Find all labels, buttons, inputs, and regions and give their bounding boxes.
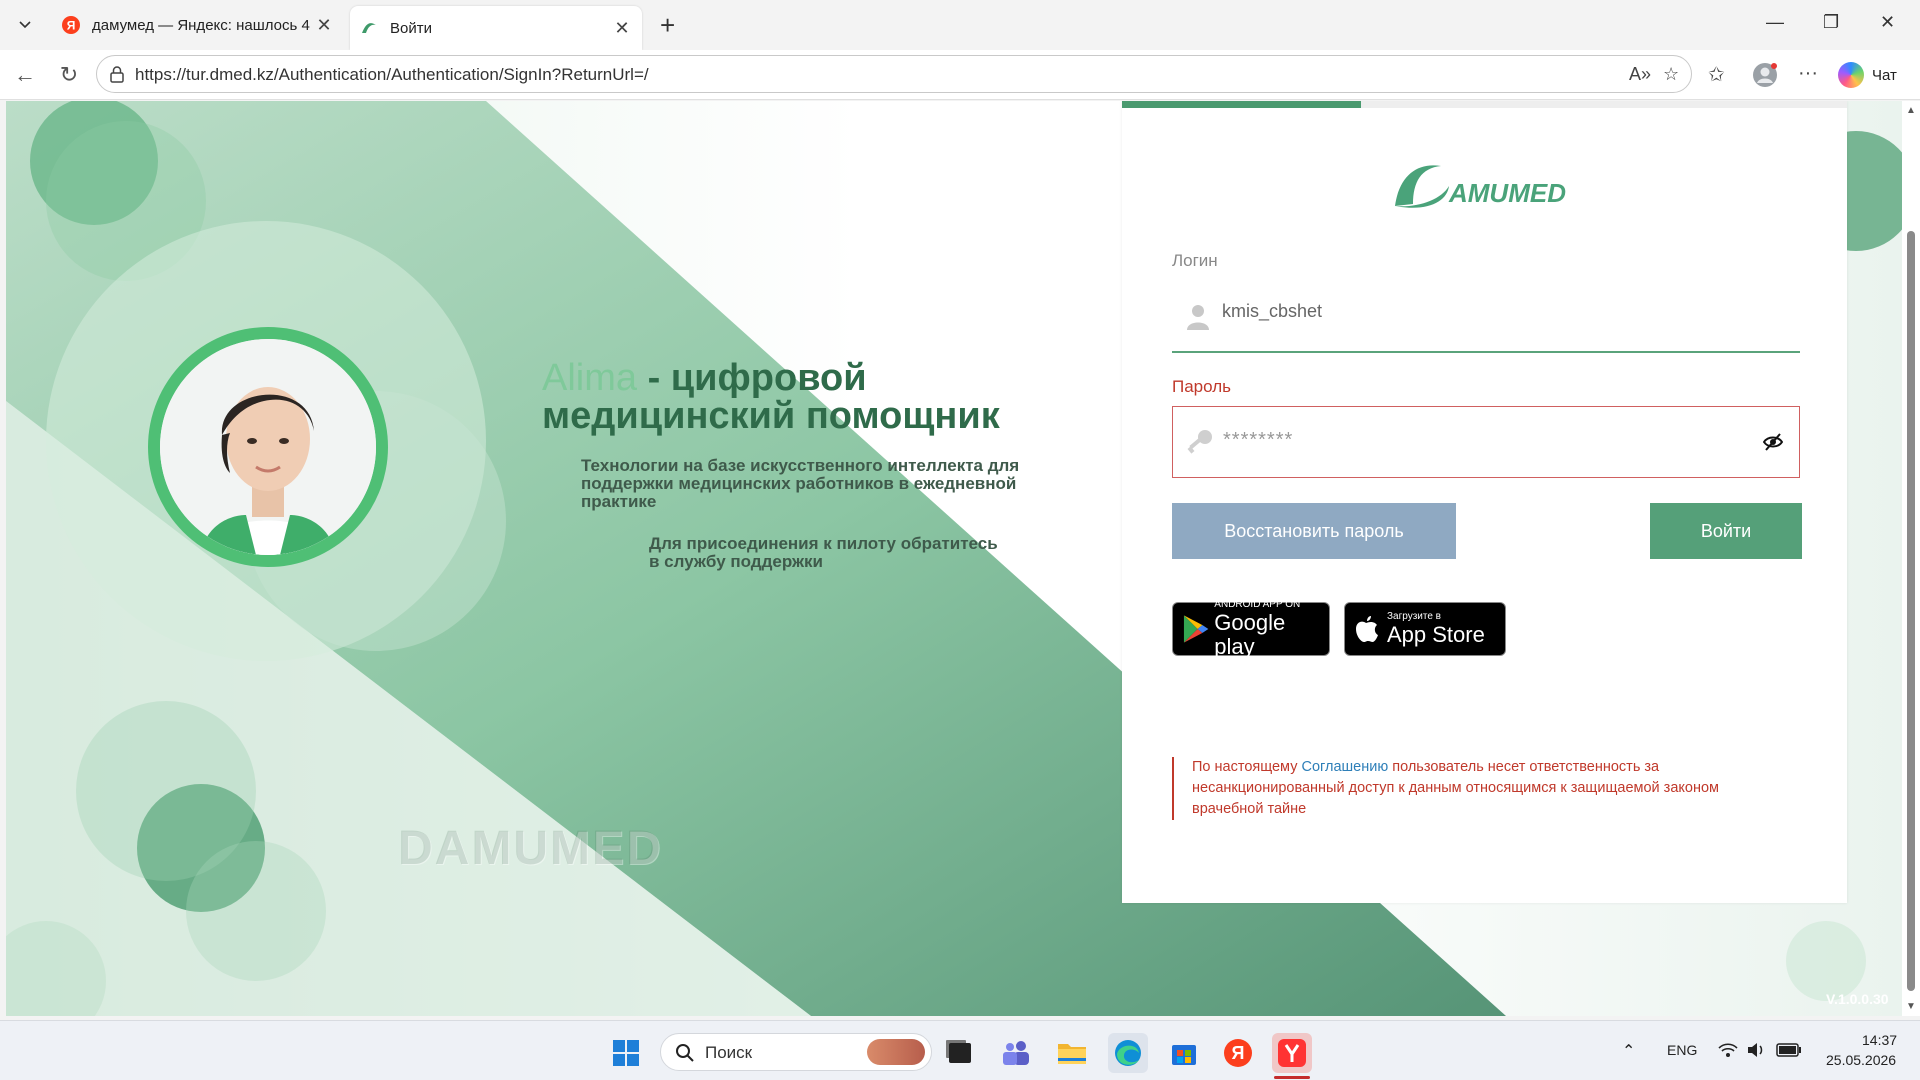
search-highlight-image — [867, 1039, 925, 1065]
hero-subtitle: Технологии на базе искусственного интелл… — [581, 456, 1020, 511]
chat-label: Чат — [1872, 66, 1897, 84]
google-play-icon — [1183, 615, 1209, 643]
damumed-icon — [362, 23, 376, 33]
scroll-thumb[interactable] — [1907, 231, 1915, 991]
page-scrollbar[interactable]: ▲ ▼ — [1902, 101, 1920, 1016]
search-icon — [676, 1044, 694, 1062]
site-info-icon[interactable] — [109, 65, 125, 83]
tab-strip: Я дамумед — Яндекс: нашлось 4 ты ✕ Войти… — [0, 0, 1920, 50]
windows-start-icon — [613, 1040, 639, 1066]
read-aloud-icon[interactable]: A» — [1629, 64, 1651, 85]
damumed-logo: AMUMED — [1395, 165, 1566, 208]
profile-icon[interactable] — [1752, 62, 1778, 94]
login-label: Логин — [1172, 251, 1218, 270]
key-icon — [1187, 430, 1212, 454]
task-view-icon[interactable] — [940, 1033, 980, 1073]
battery-icon[interactable] — [1776, 1043, 1802, 1057]
file-explorer-icon[interactable] — [1052, 1033, 1092, 1073]
url-text: https://tur.dmed.kz/Authentication/Authe… — [135, 65, 649, 84]
copilot-chat-button[interactable]: Чат — [1838, 62, 1897, 88]
login-button[interactable]: Войти — [1650, 503, 1802, 559]
active-app-indicator — [1274, 1076, 1310, 1079]
volume-icon[interactable] — [1746, 1042, 1766, 1058]
step-progress-fill — [1122, 101, 1362, 108]
chevron-down-icon — [19, 21, 31, 29]
scroll-up-icon[interactable]: ▲ — [1906, 105, 1916, 116]
toggle-password-visibility-icon[interactable] — [1763, 433, 1783, 451]
app-store-badge[interactable]: Загрузите в App Store — [1344, 602, 1506, 656]
notice-text-start: По настоящему — [1192, 759, 1302, 775]
copilot-icon — [1838, 62, 1864, 88]
yandex-browser-icon[interactable]: Я — [1218, 1033, 1258, 1073]
new-tab-button[interactable]: + — [660, 12, 675, 38]
input-language[interactable]: ENG — [1667, 1042, 1697, 1058]
tab-signin[interactable]: Войти ✕ — [350, 6, 642, 50]
google-play-badge[interactable]: ANDROID APP ON Google play — [1172, 599, 1330, 659]
wifi-icon[interactable] — [1718, 1042, 1738, 1058]
apple-icon — [1356, 616, 1378, 642]
restore-password-button[interactable]: Восстановить пароль — [1172, 503, 1456, 559]
clock-time[interactable]: 14:37 — [1862, 1032, 1897, 1048]
google-play-name: Google play — [1214, 610, 1286, 659]
page-viewport: Alima - цифровой медицинский помощник Те… — [6, 101, 1902, 1016]
hero-pilot-note: Для присоединения к пилоту обратитесь в … — [649, 534, 998, 571]
login-input[interactable] — [1222, 301, 1722, 322]
store-icon[interactable] — [1164, 1033, 1204, 1073]
version-label: V.1.0.0.30 — [1826, 991, 1889, 1007]
password-label: Пароль — [1172, 377, 1231, 396]
user-icon — [1187, 305, 1209, 330]
tab-title: Войти — [390, 19, 432, 37]
agreement-link[interactable]: Соглашению — [1301, 759, 1388, 775]
hero-title-brand: Alima — [542, 357, 638, 399]
hero-title: Alima - цифровой медицинский помощник — [542, 359, 1062, 435]
svg-text:Я: Я — [1232, 1043, 1245, 1063]
password-input[interactable] — [1223, 429, 1703, 452]
password-field[interactable] — [1172, 406, 1800, 478]
minimize-icon[interactable]: — — [1766, 12, 1784, 33]
favorites-icon[interactable]: ✩ — [1708, 62, 1725, 87]
address-bar[interactable]: https://tur.dmed.kz/Authentication/Authe… — [96, 55, 1692, 93]
teams-icon[interactable] — [996, 1033, 1036, 1073]
clock-date[interactable]: 25.05.2026 — [1826, 1052, 1896, 1068]
liability-notice: По настоящему Соглашению пользователь не… — [1172, 757, 1792, 820]
yandex-icon: Я — [62, 16, 80, 34]
step-progress-bar — [1122, 101, 1847, 108]
search-placeholder: Поиск — [705, 1043, 753, 1062]
close-tab-icon[interactable]: ✕ — [314, 15, 334, 36]
svg-text:Я: Я — [67, 19, 76, 33]
doctor-portrait-image — [160, 339, 376, 555]
favorite-star-icon[interactable]: ☆ — [1663, 64, 1679, 85]
show-hidden-icons-icon[interactable]: ⌃ — [1622, 1041, 1635, 1061]
taskbar-search[interactable]: Поиск — [660, 1033, 932, 1071]
app-store-name: App Store — [1387, 622, 1485, 647]
scroll-down-icon[interactable]: ▼ — [1906, 1001, 1916, 1012]
damumed-watermark: DAMUMED — [398, 822, 663, 875]
edge-icon[interactable] — [1108, 1033, 1148, 1073]
more-options-icon[interactable]: ··· — [1798, 62, 1818, 85]
close-tab-icon[interactable]: ✕ — [612, 18, 632, 39]
yandex-app-icon[interactable] — [1272, 1033, 1312, 1073]
tab-actions-menu-button[interactable] — [10, 10, 40, 40]
logo-text: AMUMED — [1448, 178, 1566, 208]
assistant-avatar — [148, 327, 388, 567]
tab-title: дамумед — Яндекс: нашлось 4 ты — [92, 16, 314, 34]
login-card: AMUMED Логин Пароль Восстановить пароль … — [1122, 101, 1847, 903]
window-close-icon[interactable]: ✕ — [1880, 12, 1895, 33]
back-icon[interactable]: ← — [12, 62, 38, 88]
start-button[interactable] — [606, 1033, 646, 1073]
address-toolbar: ← ↻ https://tur.dmed.kz/Authentication/A… — [0, 50, 1920, 100]
reload-icon[interactable]: ↻ — [56, 62, 82, 88]
tab-yandex-search[interactable]: Я дамумед — Яндекс: нашлось 4 ты ✕ — [52, 8, 344, 42]
taskbar: Поиск Я ⌃ ENG 14:37 25.05.2026 — [0, 1020, 1920, 1080]
login-field[interactable] — [1172, 287, 1800, 353]
maximize-icon[interactable]: ❐ — [1823, 12, 1839, 33]
